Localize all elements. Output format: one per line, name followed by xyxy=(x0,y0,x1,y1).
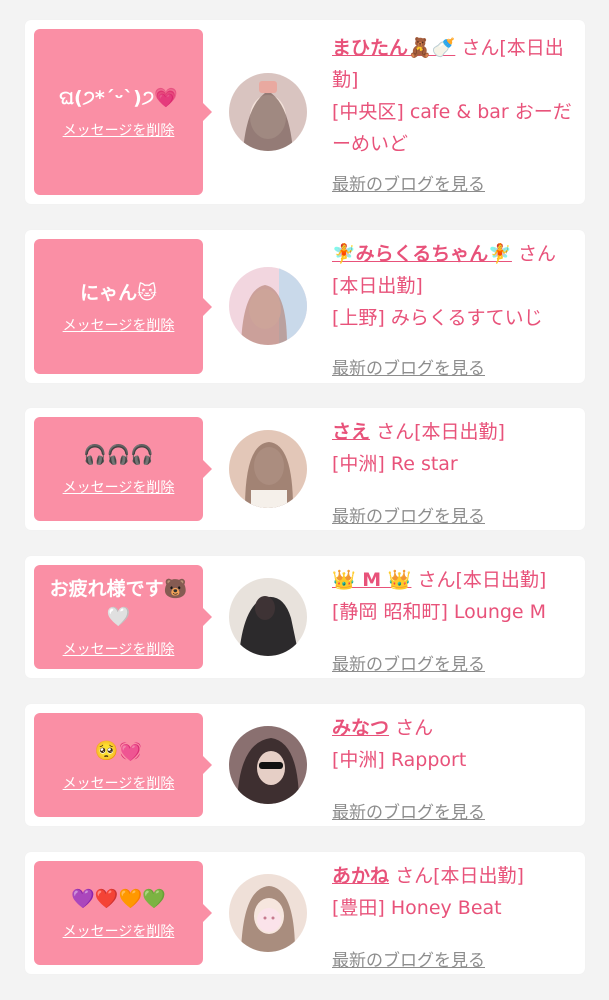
message-text: にゃん🐱 xyxy=(80,281,157,304)
delete-message-link[interactable]: メッセージを削除 xyxy=(63,639,175,659)
honorific: さん xyxy=(395,717,434,739)
delete-message-link[interactable]: メッセージを削除 xyxy=(63,477,175,497)
blog-link[interactable]: 最新のブログを見る xyxy=(332,354,485,379)
blog-link[interactable]: 最新のブログを見る xyxy=(332,170,485,195)
shop-text: [中洲] Re star xyxy=(332,453,458,475)
shop-text: [中央区] cafe & bar おーだーめいど xyxy=(332,101,572,155)
message-bubble: にゃん🐱 メッセージを削除 xyxy=(34,239,212,374)
status-text: [本日出勤] xyxy=(455,569,547,591)
profile-info: みなつ さん [中洲] Rapport 最新のブログを見る xyxy=(332,712,572,823)
status-text: [本日出勤] xyxy=(433,865,524,887)
message-card: 🥺💓 メッセージを削除 みなつ さん [中洲] Rapport 最新のブログを見… xyxy=(25,704,585,826)
profile-info: まひたん🧸🍼 さん[本日出勤] [中央区] cafe & bar おーだーめいど… xyxy=(332,32,572,195)
message-text: お疲れ様です🐻🤍 xyxy=(49,578,188,628)
message-bubble: ଘ(੭*ˊᵕˋ)੭💗 メッセージを削除 xyxy=(34,29,212,195)
avatar-photo xyxy=(229,430,307,508)
profile-name-link[interactable]: 👑 M 👑 xyxy=(332,569,411,591)
avatar[interactable] xyxy=(229,430,307,508)
honorific: さん xyxy=(395,865,434,887)
message-list: ଘ(੭*ˊᵕˋ)੭💗 メッセージを削除 まひたん🧸🍼 さん[本日出勤] [中央区… xyxy=(0,0,609,1000)
honorific: さん xyxy=(461,37,500,59)
profile-name-link[interactable]: みなつ xyxy=(332,717,389,739)
profile-info: さえ さん[本日出勤] [中洲] Re star 最新のブログを見る xyxy=(332,416,572,527)
profile-name-link[interactable]: まひたん🧸🍼 xyxy=(332,37,455,59)
message-card: ଘ(੭*ˊᵕˋ)੭💗 メッセージを削除 まひたん🧸🍼 さん[本日出勤] [中央区… xyxy=(25,20,585,204)
message-text: 💜❤️🧡💚 xyxy=(71,888,166,910)
blog-link[interactable]: 最新のブログを見る xyxy=(332,502,485,527)
avatar-photo xyxy=(229,726,307,804)
shop-text: [中洲] Rapport xyxy=(332,749,467,771)
status-text: [本日出勤] xyxy=(332,275,423,297)
message-card: 🎧🎧🎧 メッセージを削除 さえ さん[本日出勤] [中洲] Re star 最新… xyxy=(25,408,585,530)
shop-text: [豊田] Honey Beat xyxy=(332,897,502,919)
avatar[interactable] xyxy=(229,726,307,804)
blog-link[interactable]: 最新のブログを見る xyxy=(332,798,485,823)
status-text: [本日出勤] xyxy=(414,421,505,443)
avatar[interactable] xyxy=(229,578,307,656)
message-card: にゃん🐱 メッセージを削除 🧚みらくるちゃん🧚 さん [本日出勤] [上野] みら… xyxy=(25,230,585,383)
delete-message-link[interactable]: メッセージを削除 xyxy=(63,315,175,335)
shop-text: [上野] みらくるすていじ xyxy=(332,307,543,329)
message-bubble: 🥺💓 メッセージを削除 xyxy=(34,713,212,817)
message-text: ଘ(੭*ˊᵕˋ)੭💗 xyxy=(59,87,178,109)
profile-name-link[interactable]: さえ xyxy=(332,421,370,443)
blog-link[interactable]: 最新のブログを見る xyxy=(332,650,485,675)
blog-link[interactable]: 最新のブログを見る xyxy=(332,946,485,971)
message-bubble: 🎧🎧🎧 メッセージを削除 xyxy=(34,417,212,521)
message-card: お疲れ様です🐻🤍 メッセージを削除 👑 M 👑 さん[本日出勤] [静岡 昭和町… xyxy=(25,556,585,678)
honorific: さん xyxy=(417,569,456,591)
message-bubble: 💜❤️🧡💚 メッセージを削除 xyxy=(34,861,212,965)
message-text: 🎧🎧🎧 xyxy=(83,444,154,466)
avatar-photo xyxy=(229,874,307,952)
avatar-photo xyxy=(229,267,307,345)
delete-message-link[interactable]: メッセージを削除 xyxy=(63,120,175,140)
avatar[interactable] xyxy=(229,73,307,151)
profile-name-link[interactable]: 🧚みらくるちゃん🧚 xyxy=(332,243,512,265)
honorific: さん xyxy=(376,421,415,443)
message-bubble: お疲れ様です🐻🤍 メッセージを削除 xyxy=(34,565,212,669)
avatar-photo xyxy=(229,73,307,151)
profile-info: 👑 M 👑 さん[本日出勤] [静岡 昭和町] Lounge M 最新のブログを… xyxy=(332,564,572,675)
shop-text: [静岡 昭和町] Lounge M xyxy=(332,601,547,623)
avatar-photo xyxy=(229,578,307,656)
honorific: さん xyxy=(517,243,556,265)
message-card: 💜❤️🧡💚 メッセージを削除 あかね さん[本日出勤] [豊田] Honey B… xyxy=(25,852,585,974)
delete-message-link[interactable]: メッセージを削除 xyxy=(63,921,175,941)
profile-name-link[interactable]: あかね xyxy=(332,865,389,887)
profile-info: あかね さん[本日出勤] [豊田] Honey Beat 最新のブログを見る xyxy=(332,860,572,971)
message-text: 🥺💓 xyxy=(94,740,143,762)
avatar[interactable] xyxy=(229,267,307,345)
profile-info: 🧚みらくるちゃん🧚 さん [本日出勤] [上野] みらくるすていじ 最新のブログを… xyxy=(332,238,572,379)
delete-message-link[interactable]: メッセージを削除 xyxy=(63,773,175,793)
avatar[interactable] xyxy=(229,874,307,952)
